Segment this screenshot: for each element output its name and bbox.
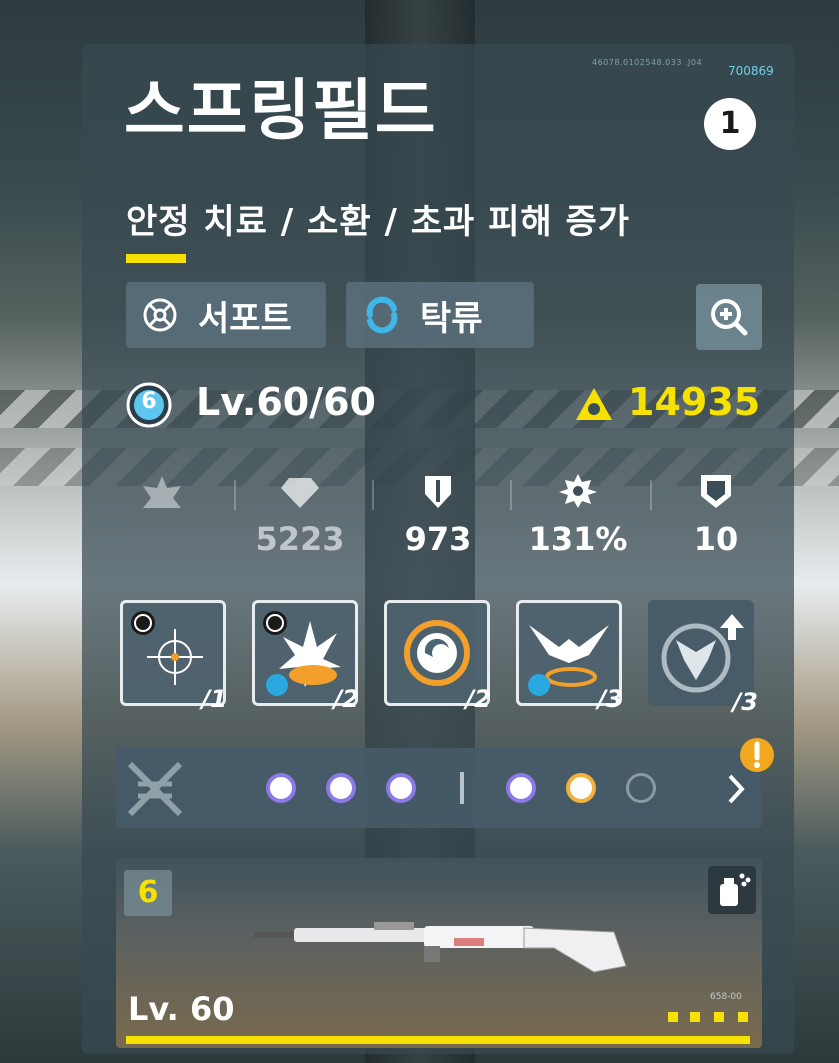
title-underline (126, 254, 186, 263)
skill-slot-2[interactable]: /2 (252, 600, 359, 713)
character-subtitle: 안정 치료 / 소환 / 초과 피해 증가 (126, 202, 631, 242)
rifle-image (254, 908, 634, 992)
divider (234, 480, 236, 510)
stat-armor: 10 (666, 472, 766, 558)
combat-power: 14935 (628, 380, 761, 424)
neural-node[interactable] (566, 773, 596, 803)
zoom-button[interactable] (696, 284, 762, 350)
stat-defense: 973 (388, 472, 488, 558)
gear-icon (559, 474, 597, 508)
weapon-level: Lv. 60 (128, 990, 235, 1028)
skill-slot-4[interactable]: /3 (516, 600, 623, 713)
neural-node[interactable] (506, 773, 536, 803)
support-icon (140, 295, 180, 335)
rank-badge: 1 (704, 98, 756, 150)
element-label: 탁류 (420, 298, 483, 339)
power-icon (572, 384, 616, 432)
stat-value: 10 (693, 520, 739, 558)
neural-bar[interactable] (116, 748, 762, 828)
skill-count: /2 (333, 685, 359, 713)
skill-count: /1 (201, 685, 227, 713)
stat-flower (112, 472, 212, 520)
weapon-progress-bar (126, 1036, 750, 1044)
stat-value: 973 (404, 520, 472, 558)
turbid-current-icon (362, 295, 402, 335)
neural-node[interactable] (266, 773, 296, 803)
skill-slot-1[interactable]: /1 (120, 600, 227, 713)
level-badge-number: 6 (141, 389, 157, 414)
star-pip (714, 1012, 724, 1022)
weapon-slot-number: 6 (124, 870, 172, 916)
spray-icon[interactable] (708, 866, 756, 914)
skill-count: /3 (732, 688, 758, 716)
star-pip (738, 1012, 748, 1022)
neural-node[interactable] (626, 773, 656, 803)
divider (372, 480, 374, 510)
stat-hp: 5223 (250, 472, 350, 558)
element-tag[interactable]: 탁류 (346, 282, 534, 348)
flower-icon (143, 476, 181, 508)
level-badge: 6 (124, 380, 174, 430)
helix-icon (127, 761, 183, 817)
code-text: 700869 (728, 64, 774, 78)
level-text: Lv.60/60 (196, 380, 376, 424)
neural-node[interactable] (326, 773, 356, 803)
skill-count: /3 (597, 685, 623, 713)
role-label: 서포트 (198, 298, 292, 339)
role-tag[interactable]: 서포트 (126, 282, 326, 348)
divider (650, 480, 652, 510)
zoom-in-icon (711, 299, 748, 336)
alert-icon (738, 736, 776, 778)
character-name: 스프링필드 (124, 72, 438, 149)
shield-icon (425, 476, 451, 508)
neural-node[interactable] (386, 773, 416, 803)
star-pip (690, 1012, 700, 1022)
stat-value: 5223 (255, 520, 345, 558)
skill-slot-5[interactable]: /3 (648, 600, 758, 716)
skill-slot-3[interactable]: /2 (384, 600, 491, 713)
weapon-code: 658-00 (710, 992, 742, 1002)
divider (510, 480, 512, 510)
star-pip (668, 1012, 678, 1022)
skill-count: /2 (465, 685, 491, 713)
divider (460, 772, 464, 804)
serial-text: 46078.0102548.033 .J04 (592, 58, 703, 67)
stat-crit: 131% (528, 472, 628, 558)
badge-icon (701, 475, 731, 508)
stat-value: 131% (528, 520, 628, 558)
heart-icon (281, 478, 319, 508)
